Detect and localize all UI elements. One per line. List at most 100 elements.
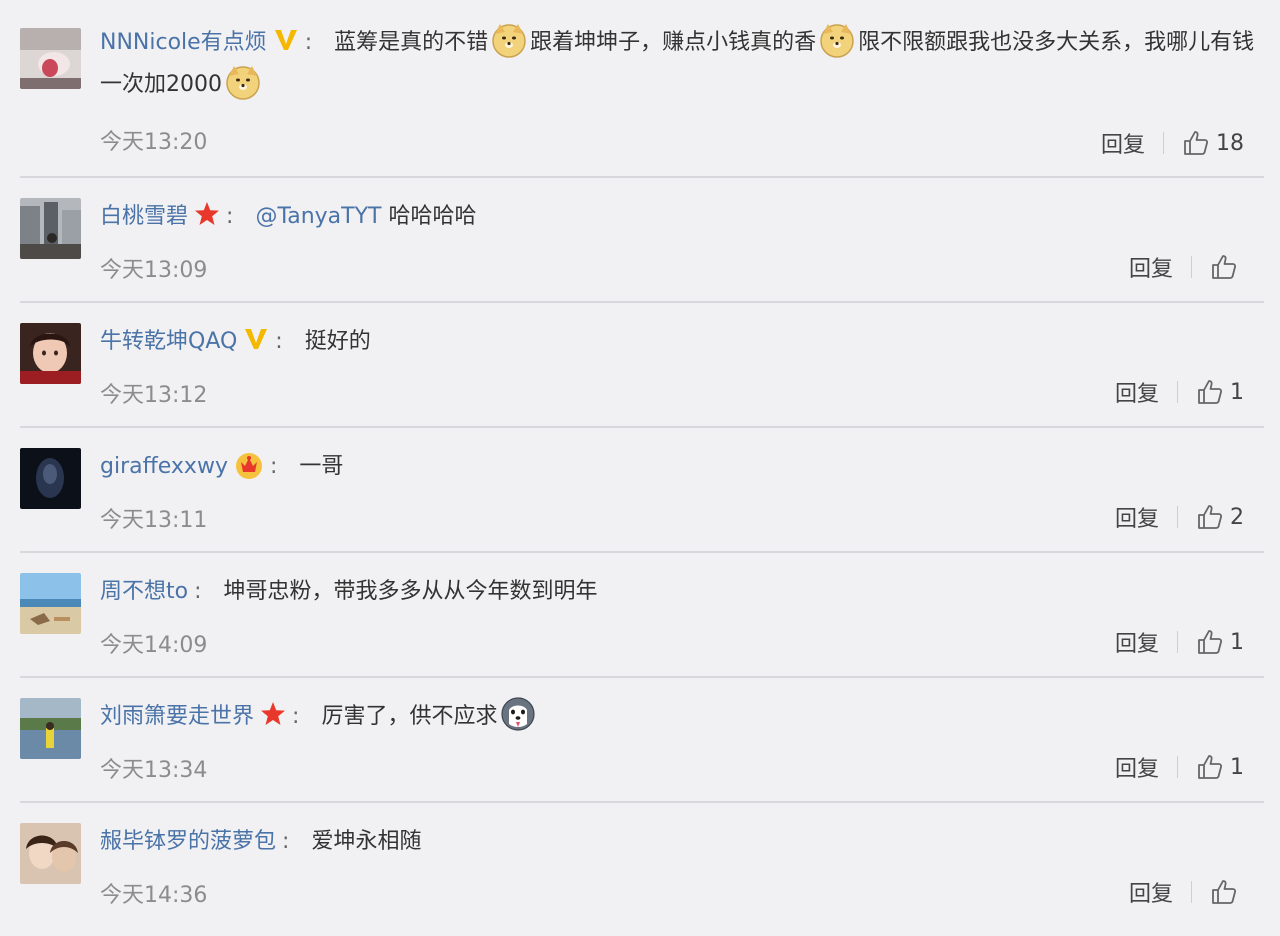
divider — [1177, 756, 1178, 778]
comment-item: 赧毕钵罗的菠萝包: 爱坤永相随 今天14:36 回复 — [0, 803, 1280, 929]
comment-actions: 回复 1 — [1115, 750, 1244, 784]
avatar-image — [20, 198, 81, 259]
like-button[interactable]: 18 — [1182, 129, 1244, 157]
crown-icon[interactable] — [234, 450, 264, 480]
username[interactable]: 赧毕钵罗的菠萝包 — [100, 829, 276, 854]
thumbs-up-icon — [1212, 880, 1237, 904]
comment-actions: 回复 1 — [1115, 625, 1244, 659]
like-button[interactable] — [1210, 253, 1244, 281]
divider — [1177, 506, 1178, 528]
comment-actions: 回复 2 — [1115, 500, 1244, 534]
timestamp: 今天14:09 — [100, 633, 208, 658]
husky-emoji-icon — [501, 697, 536, 731]
reply-button[interactable]: 回复 — [1101, 127, 1145, 159]
avatar[interactable] — [20, 823, 81, 884]
avatar-image — [20, 823, 81, 884]
star-icon[interactable] — [194, 201, 220, 227]
like-button[interactable]: 1 — [1196, 753, 1244, 781]
comment-text: 坤哥忠粉，带我多多从从今年数到明年 — [223, 579, 598, 604]
divider — [1191, 256, 1192, 278]
colon: : — [304, 30, 313, 55]
colon: : — [269, 454, 278, 479]
divider — [1191, 881, 1192, 903]
reply-button[interactable]: 回复 — [1115, 376, 1159, 408]
comment-item: 牛转乾坤QAQ: 挺好的 今天13:12 回复 1 — [0, 303, 1280, 429]
thumbs-up-icon — [1198, 755, 1223, 779]
avatar[interactable] — [20, 198, 81, 259]
divider — [1177, 381, 1178, 403]
comment-text: 一哥 — [299, 454, 344, 479]
comment-actions: 回复 18 — [1101, 126, 1244, 160]
username[interactable]: 牛转乾坤QAQ — [100, 329, 237, 354]
comment-item: giraffexxwy: 一哥 今天13:11 回复 2 — [0, 428, 1280, 554]
timestamp: 今天14:36 — [100, 883, 208, 908]
avatar[interactable] — [20, 28, 81, 89]
timestamp: 今天13:34 — [100, 758, 208, 783]
comment-item: 刘雨箫要走世界: 厉害了，供不应求 今天13:34 回复 1 — [0, 678, 1280, 804]
thumbs-up-icon — [1184, 131, 1209, 155]
vip-v-icon[interactable] — [273, 27, 299, 53]
colon: : — [275, 329, 283, 354]
comment-actions: 回复 — [1129, 875, 1244, 909]
username[interactable]: 白桃雪碧 — [100, 204, 188, 229]
comment-item: NNNicole有点烦: 蓝筹是真的不错 跟着坤坤子，赚点小钱真的香 限不限额跟我也没… — [0, 0, 1280, 178]
username[interactable]: 周不想to — [100, 579, 188, 604]
comment-text: 蓝筹是真的不错 — [334, 30, 489, 55]
username[interactable]: NNNicole有点烦 — [100, 30, 267, 55]
star-icon[interactable] — [260, 701, 286, 727]
like-count: 1 — [1230, 629, 1244, 655]
thumbs-up-icon — [1198, 505, 1223, 529]
avatar[interactable] — [20, 448, 81, 509]
reply-button[interactable]: 回复 — [1115, 501, 1159, 533]
comment-text: 爱坤永相随 — [311, 829, 422, 854]
like-button[interactable]: 2 — [1196, 503, 1244, 531]
vip-v-icon[interactable] — [243, 326, 269, 352]
avatar-image — [20, 698, 81, 759]
username[interactable]: giraffexxwy — [100, 454, 228, 479]
avatar[interactable] — [20, 698, 81, 759]
thumbs-up-icon — [1198, 380, 1223, 404]
like-button[interactable]: 1 — [1196, 378, 1244, 406]
avatar[interactable] — [20, 323, 81, 384]
comment-actions: 回复 — [1129, 250, 1244, 284]
comment-feed: NNNicole有点烦: 蓝筹是真的不错 跟着坤坤子，赚点小钱真的香 限不限额跟我也没… — [0, 0, 1280, 936]
like-button[interactable]: 1 — [1196, 628, 1244, 656]
username[interactable]: 刘雨箫要走世界 — [100, 704, 254, 729]
colon: : — [194, 579, 202, 604]
divider — [1163, 132, 1164, 154]
timestamp: 今天13:09 — [100, 258, 208, 283]
like-count: 18 — [1216, 130, 1244, 156]
mention-link[interactable]: @TanyaTYT — [255, 204, 381, 229]
timestamp: 今天13:11 — [100, 508, 208, 533]
reply-button[interactable]: 回复 — [1129, 251, 1173, 283]
thumbs-up-icon — [1212, 255, 1237, 279]
divider — [1177, 631, 1178, 653]
timestamp: 今天13:20 — [100, 130, 208, 155]
avatar-image — [20, 573, 81, 634]
doge-emoji-icon — [492, 24, 526, 58]
doge-emoji-icon — [820, 24, 854, 58]
like-count: 1 — [1230, 379, 1244, 405]
avatar-image — [20, 448, 81, 509]
reply-button[interactable]: 回复 — [1115, 626, 1159, 658]
comment-item: 周不想to: 坤哥忠粉，带我多多从从今年数到明年 今天14:09 回复 1 — [0, 553, 1280, 679]
timestamp: 今天13:12 — [100, 383, 208, 408]
thumbs-up-icon — [1198, 630, 1223, 654]
comment-text: 挺好的 — [304, 329, 371, 354]
comment-text: 哈哈哈哈 — [388, 204, 477, 229]
reply-button[interactable]: 回复 — [1115, 751, 1159, 783]
like-count: 1 — [1230, 754, 1244, 780]
doge-emoji-icon — [226, 66, 260, 100]
colon: : — [292, 704, 300, 729]
avatar-image — [20, 323, 81, 384]
comment-text: 跟着坤坤子，赚点小钱真的香 — [530, 30, 817, 55]
comment-item: 白桃雪碧: @TanyaTYT 哈哈哈哈 今天13:09 回复 — [0, 178, 1280, 304]
like-button[interactable] — [1210, 878, 1244, 906]
reply-button[interactable]: 回复 — [1129, 876, 1173, 908]
like-count: 2 — [1230, 504, 1244, 530]
avatar[interactable] — [20, 573, 81, 634]
colon: : — [226, 204, 234, 229]
colon: : — [282, 829, 290, 854]
avatar-image — [20, 28, 81, 89]
comment-actions: 回复 1 — [1115, 375, 1244, 409]
